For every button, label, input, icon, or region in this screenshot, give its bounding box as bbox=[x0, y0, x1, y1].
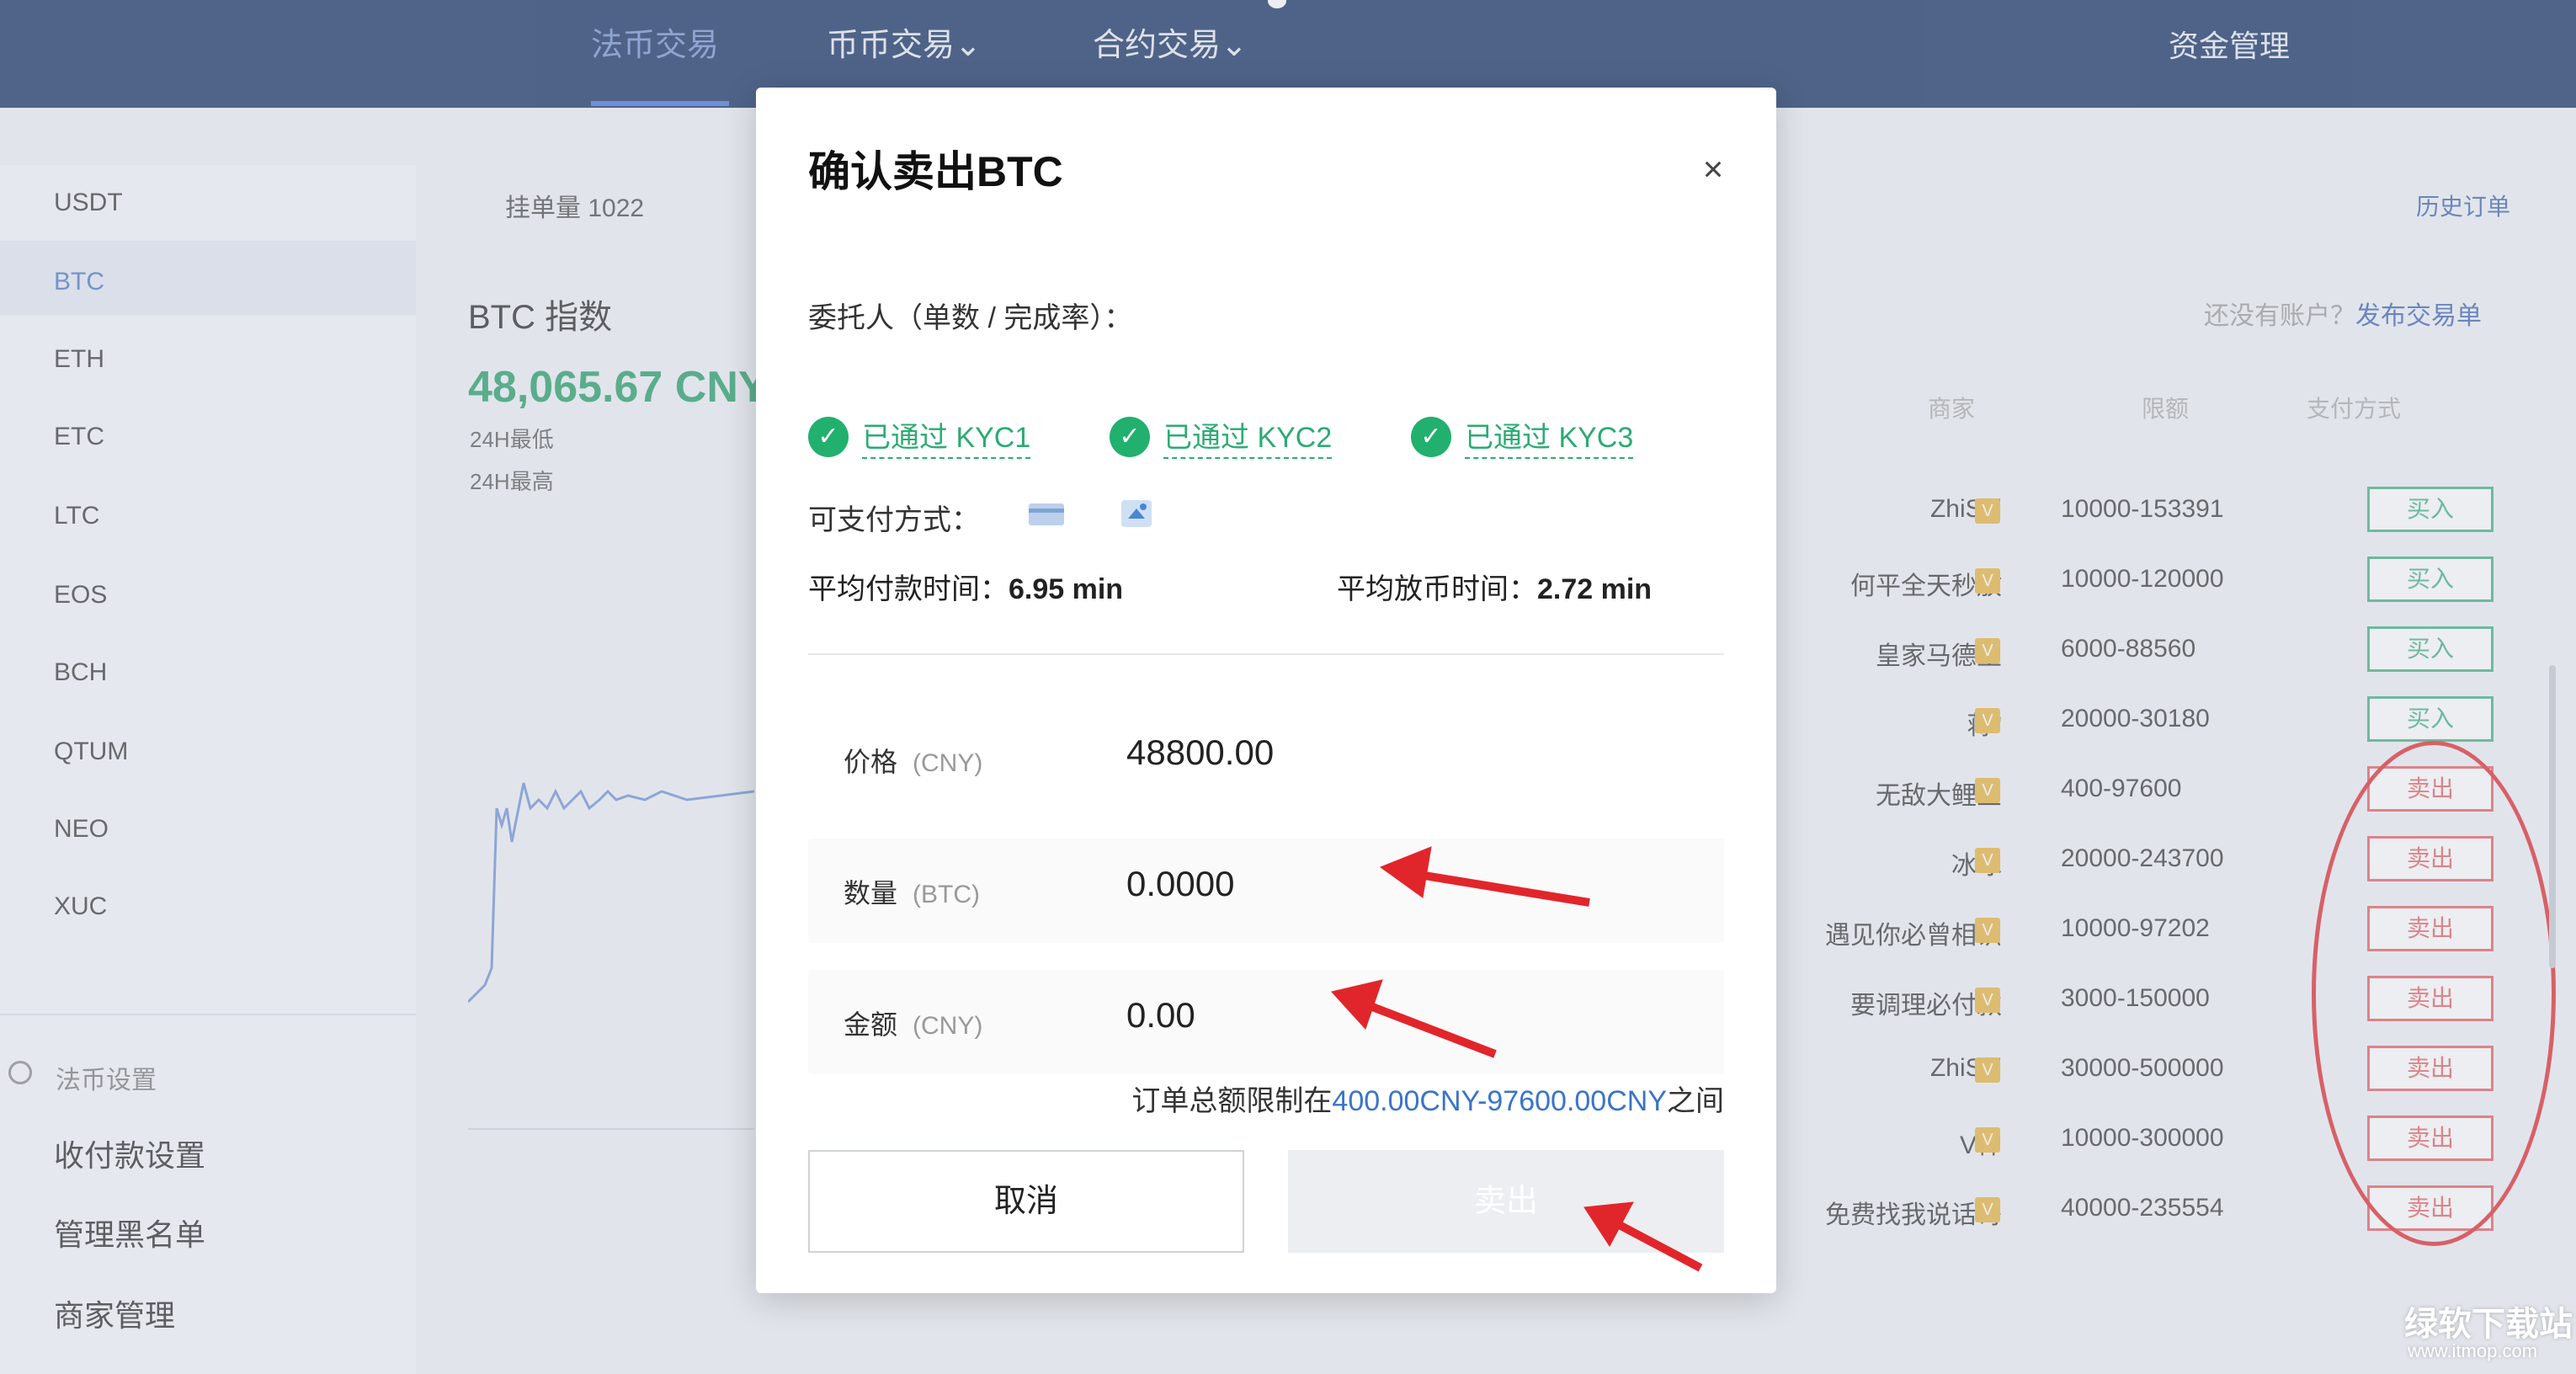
dialog-divider bbox=[808, 653, 1724, 655]
kyc2-badge: ✓ 已通过 KYC2 bbox=[1110, 414, 1333, 459]
kyc3-badge: ✓ 已通过 KYC3 bbox=[1411, 414, 1634, 459]
check-icon: ✓ bbox=[1110, 416, 1150, 457]
watermark-brand: 绿软下载站 bbox=[2404, 1306, 2573, 1343]
entrustor-label: 委托人（单数 / 完成率）： bbox=[808, 302, 1133, 334]
watermark-url: www.itmop.com bbox=[2408, 1340, 2538, 1361]
price-value: 48800.00 bbox=[1126, 732, 1275, 772]
payment-methods-label: 可支付方式： bbox=[808, 504, 980, 536]
confirm-sell-dialog: 确认卖出BTC × 委托人（单数 / 完成率）： ✓ 已通过 KYC1 ✓ 已通过 … bbox=[756, 88, 1776, 1293]
quantity-value[interactable]: 0.0000 bbox=[1126, 864, 1234, 904]
confirm-sell-button[interactable]: 卖出 bbox=[1288, 1150, 1724, 1253]
dialog-title: 确认卖出BTC bbox=[808, 148, 1063, 195]
price-field: 价格 (CNY) 48800.00 bbox=[808, 707, 1724, 812]
check-icon: ✓ bbox=[808, 416, 849, 457]
amount-input[interactable]: 金额 (CNY) 0.00 bbox=[808, 970, 1724, 1074]
quantity-input[interactable]: 数量 (BTC) 0.0000 bbox=[808, 839, 1724, 943]
kyc1-badge: ✓ 已通过 KYC1 bbox=[808, 414, 1031, 459]
check-icon: ✓ bbox=[1411, 416, 1451, 457]
bank-card-icon bbox=[1029, 503, 1064, 525]
avg-release-time: 平均放币时间：2.72 min bbox=[1337, 573, 1653, 605]
close-icon[interactable]: × bbox=[1692, 148, 1734, 190]
alipay-icon bbox=[1121, 500, 1152, 527]
avg-pay-time: 平均付款时间：6.95 min bbox=[808, 573, 1124, 605]
amount-value[interactable]: 0.00 bbox=[1126, 995, 1195, 1036]
order-limit-note: 订单总额限制在400.00CNY-97600.00CNY之间 bbox=[1131, 1085, 1724, 1117]
cancel-button[interactable]: 取消 bbox=[808, 1150, 1244, 1253]
